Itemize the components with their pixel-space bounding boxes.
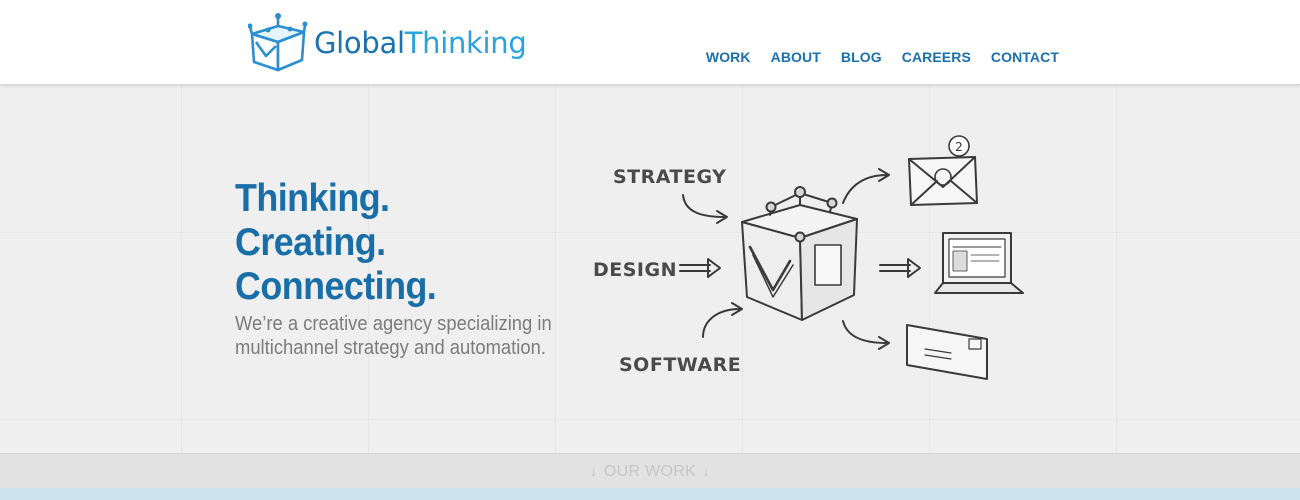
arrow-to-laptop-icon <box>879 258 921 278</box>
next-section-strip <box>0 488 1300 500</box>
tagline-line-1: We’re a creative agency specializing in <box>235 313 552 335</box>
label-design: DESIGN <box>593 259 677 281</box>
logo[interactable]: GlobalThinking <box>248 12 527 74</box>
hero-headline: Thinking. Creating. Connecting. <box>235 177 437 309</box>
our-work-label: OUR WORK <box>603 462 697 480</box>
headline-line-thinking: Thinking. <box>235 177 390 220</box>
central-cube-icon <box>741 186 858 321</box>
arrow-to-mail-icon <box>842 320 890 350</box>
email-envelope-icon <box>908 135 978 206</box>
hero-section: Thinking. Creating. Connecting. We’re a … <box>0 85 1300 453</box>
headline-line-connecting: Connecting. <box>235 265 437 308</box>
brand-name: GlobalThinking <box>314 26 527 60</box>
arrow-design-icon <box>679 258 721 278</box>
arrow-to-email-icon <box>842 168 890 204</box>
nav-item-blog[interactable]: BLOG <box>841 49 882 65</box>
brand-name-part1: Global <box>314 26 405 60</box>
arrow-strategy-icon <box>682 194 728 224</box>
email-badge-count: 2 <box>955 140 963 154</box>
nav-item-contact[interactable]: CONTACT <box>991 49 1059 65</box>
our-work-link[interactable]: ↓ OUR WORK ↓ <box>590 463 711 481</box>
headline-line-creating: Creating. <box>235 221 386 264</box>
main-nav: WORK ABOUT BLOG CAREERS CONTACT <box>706 49 1059 65</box>
mail-envelope-icon <box>906 324 988 380</box>
nav-item-work[interactable]: WORK <box>706 49 751 65</box>
cube-logo-icon <box>248 13 308 72</box>
site-header: GlobalThinking WORK ABOUT BLOG CAREERS C… <box>0 0 1300 85</box>
our-work-bar: ↓ OUR WORK ↓ <box>0 453 1300 489</box>
hero-tagline: We’re a creative agency specializing in … <box>235 312 552 360</box>
arrow-software-icon <box>702 302 743 338</box>
down-arrow-left-icon: ↓ <box>589 462 598 480</box>
label-strategy: STRATEGY <box>613 166 726 188</box>
strategy-design-software-illustration: STRATEGY DESIGN SOFTWARE 2 <box>593 135 1024 380</box>
label-software: SOFTWARE <box>619 354 741 376</box>
laptop-icon <box>934 232 1024 294</box>
nav-item-careers[interactable]: CAREERS <box>902 49 971 65</box>
tagline-line-2: multichannel strategy and automation. <box>235 337 546 359</box>
nav-item-about[interactable]: ABOUT <box>771 49 821 65</box>
brand-name-part2: Thinking <box>404 26 527 60</box>
down-arrow-right-icon: ↓ <box>702 462 711 480</box>
